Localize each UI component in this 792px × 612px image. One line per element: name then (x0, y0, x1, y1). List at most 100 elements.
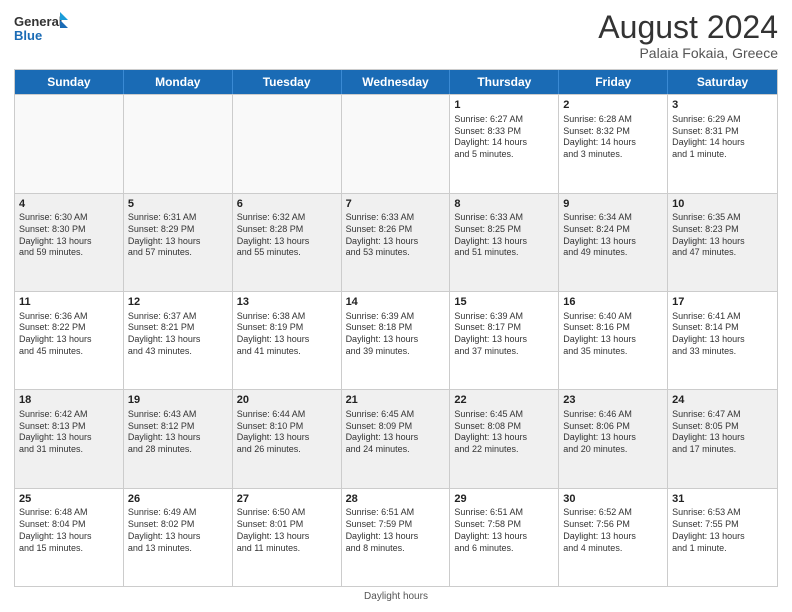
day-number: 30 (563, 492, 663, 507)
day-info: Sunrise: 6:28 AM Sunset: 8:32 PM Dayligh… (563, 114, 663, 161)
day-number: 3 (672, 98, 773, 113)
day-number: 20 (237, 393, 337, 408)
day-info: Sunrise: 6:27 AM Sunset: 8:33 PM Dayligh… (454, 114, 554, 161)
day-number: 19 (128, 393, 228, 408)
day-cell-19: 19Sunrise: 6:43 AM Sunset: 8:12 PM Dayli… (124, 390, 233, 487)
day-number: 27 (237, 492, 337, 507)
logo-svg: General Blue (14, 10, 69, 50)
header-saturday: Saturday (668, 70, 777, 94)
day-info: Sunrise: 6:40 AM Sunset: 8:16 PM Dayligh… (563, 311, 663, 358)
day-info: Sunrise: 6:53 AM Sunset: 7:55 PM Dayligh… (672, 507, 773, 554)
day-info: Sunrise: 6:34 AM Sunset: 8:24 PM Dayligh… (563, 212, 663, 259)
day-cell-14: 14Sunrise: 6:39 AM Sunset: 8:18 PM Dayli… (342, 292, 451, 389)
header-monday: Monday (124, 70, 233, 94)
main-title: August 2024 (598, 10, 778, 45)
calendar: SundayMondayTuesdayWednesdayThursdayFrid… (14, 69, 778, 587)
day-cell-15: 15Sunrise: 6:39 AM Sunset: 8:17 PM Dayli… (450, 292, 559, 389)
svg-text:General: General (14, 14, 62, 29)
day-info: Sunrise: 6:35 AM Sunset: 8:23 PM Dayligh… (672, 212, 773, 259)
calendar-body: 1Sunrise: 6:27 AM Sunset: 8:33 PM Daylig… (15, 94, 777, 586)
day-cell-3: 3Sunrise: 6:29 AM Sunset: 8:31 PM Daylig… (668, 95, 777, 192)
day-number: 9 (563, 197, 663, 212)
svg-text:Blue: Blue (14, 28, 42, 43)
day-cell-31: 31Sunrise: 6:53 AM Sunset: 7:55 PM Dayli… (668, 489, 777, 586)
day-cell-16: 16Sunrise: 6:40 AM Sunset: 8:16 PM Dayli… (559, 292, 668, 389)
day-number: 16 (563, 295, 663, 310)
day-info: Sunrise: 6:46 AM Sunset: 8:06 PM Dayligh… (563, 409, 663, 456)
day-number: 7 (346, 197, 446, 212)
day-number: 14 (346, 295, 446, 310)
day-cell-30: 30Sunrise: 6:52 AM Sunset: 7:56 PM Dayli… (559, 489, 668, 586)
week-row-2: 4Sunrise: 6:30 AM Sunset: 8:30 PM Daylig… (15, 193, 777, 291)
day-cell-10: 10Sunrise: 6:35 AM Sunset: 8:23 PM Dayli… (668, 194, 777, 291)
day-number: 31 (672, 492, 773, 507)
day-cell-18: 18Sunrise: 6:42 AM Sunset: 8:13 PM Dayli… (15, 390, 124, 487)
day-cell-21: 21Sunrise: 6:45 AM Sunset: 8:09 PM Dayli… (342, 390, 451, 487)
day-number: 23 (563, 393, 663, 408)
day-info: Sunrise: 6:39 AM Sunset: 8:17 PM Dayligh… (454, 311, 554, 358)
day-number: 26 (128, 492, 228, 507)
day-number: 22 (454, 393, 554, 408)
day-cell-20: 20Sunrise: 6:44 AM Sunset: 8:10 PM Dayli… (233, 390, 342, 487)
day-info: Sunrise: 6:37 AM Sunset: 8:21 PM Dayligh… (128, 311, 228, 358)
day-number: 29 (454, 492, 554, 507)
day-cell-13: 13Sunrise: 6:38 AM Sunset: 8:19 PM Dayli… (233, 292, 342, 389)
day-info: Sunrise: 6:42 AM Sunset: 8:13 PM Dayligh… (19, 409, 119, 456)
day-info: Sunrise: 6:29 AM Sunset: 8:31 PM Dayligh… (672, 114, 773, 161)
day-info: Sunrise: 6:30 AM Sunset: 8:30 PM Dayligh… (19, 212, 119, 259)
calendar-header: SundayMondayTuesdayWednesdayThursdayFrid… (15, 70, 777, 94)
day-info: Sunrise: 6:38 AM Sunset: 8:19 PM Dayligh… (237, 311, 337, 358)
day-cell-8: 8Sunrise: 6:33 AM Sunset: 8:25 PM Daylig… (450, 194, 559, 291)
logo: General Blue (14, 10, 69, 50)
day-cell-12: 12Sunrise: 6:37 AM Sunset: 8:21 PM Dayli… (124, 292, 233, 389)
day-number: 8 (454, 197, 554, 212)
day-cell-22: 22Sunrise: 6:45 AM Sunset: 8:08 PM Dayli… (450, 390, 559, 487)
day-info: Sunrise: 6:44 AM Sunset: 8:10 PM Dayligh… (237, 409, 337, 456)
day-number: 17 (672, 295, 773, 310)
header-friday: Friday (559, 70, 668, 94)
day-info: Sunrise: 6:33 AM Sunset: 8:26 PM Dayligh… (346, 212, 446, 259)
day-number: 12 (128, 295, 228, 310)
day-number: 21 (346, 393, 446, 408)
day-number: 24 (672, 393, 773, 408)
day-cell-5: 5Sunrise: 6:31 AM Sunset: 8:29 PM Daylig… (124, 194, 233, 291)
week-row-3: 11Sunrise: 6:36 AM Sunset: 8:22 PM Dayli… (15, 291, 777, 389)
day-number: 10 (672, 197, 773, 212)
day-info: Sunrise: 6:50 AM Sunset: 8:01 PM Dayligh… (237, 507, 337, 554)
day-info: Sunrise: 6:51 AM Sunset: 7:58 PM Dayligh… (454, 507, 554, 554)
day-info: Sunrise: 6:32 AM Sunset: 8:28 PM Dayligh… (237, 212, 337, 259)
day-info: Sunrise: 6:31 AM Sunset: 8:29 PM Dayligh… (128, 212, 228, 259)
day-info: Sunrise: 6:45 AM Sunset: 8:09 PM Dayligh… (346, 409, 446, 456)
day-cell-7: 7Sunrise: 6:33 AM Sunset: 8:26 PM Daylig… (342, 194, 451, 291)
day-cell-26: 26Sunrise: 6:49 AM Sunset: 8:02 PM Dayli… (124, 489, 233, 586)
header-thursday: Thursday (450, 70, 559, 94)
day-cell-empty-0-0 (15, 95, 124, 192)
footer-note: Daylight hours (14, 591, 778, 602)
day-info: Sunrise: 6:47 AM Sunset: 8:05 PM Dayligh… (672, 409, 773, 456)
day-number: 4 (19, 197, 119, 212)
day-cell-empty-0-2 (233, 95, 342, 192)
day-number: 25 (19, 492, 119, 507)
day-cell-27: 27Sunrise: 6:50 AM Sunset: 8:01 PM Dayli… (233, 489, 342, 586)
day-number: 6 (237, 197, 337, 212)
page: General Blue August 2024 Palaia Fokaia, … (0, 0, 792, 612)
day-info: Sunrise: 6:36 AM Sunset: 8:22 PM Dayligh… (19, 311, 119, 358)
day-number: 2 (563, 98, 663, 113)
day-number: 15 (454, 295, 554, 310)
day-info: Sunrise: 6:45 AM Sunset: 8:08 PM Dayligh… (454, 409, 554, 456)
day-number: 11 (19, 295, 119, 310)
day-info: Sunrise: 6:41 AM Sunset: 8:14 PM Dayligh… (672, 311, 773, 358)
day-cell-24: 24Sunrise: 6:47 AM Sunset: 8:05 PM Dayli… (668, 390, 777, 487)
header-wednesday: Wednesday (342, 70, 451, 94)
day-cell-23: 23Sunrise: 6:46 AM Sunset: 8:06 PM Dayli… (559, 390, 668, 487)
day-number: 13 (237, 295, 337, 310)
title-block: August 2024 Palaia Fokaia, Greece (598, 10, 778, 61)
header-tuesday: Tuesday (233, 70, 342, 94)
day-info: Sunrise: 6:39 AM Sunset: 8:18 PM Dayligh… (346, 311, 446, 358)
day-cell-2: 2Sunrise: 6:28 AM Sunset: 8:32 PM Daylig… (559, 95, 668, 192)
day-info: Sunrise: 6:52 AM Sunset: 7:56 PM Dayligh… (563, 507, 663, 554)
day-cell-17: 17Sunrise: 6:41 AM Sunset: 8:14 PM Dayli… (668, 292, 777, 389)
day-number: 18 (19, 393, 119, 408)
day-number: 5 (128, 197, 228, 212)
day-number: 28 (346, 492, 446, 507)
